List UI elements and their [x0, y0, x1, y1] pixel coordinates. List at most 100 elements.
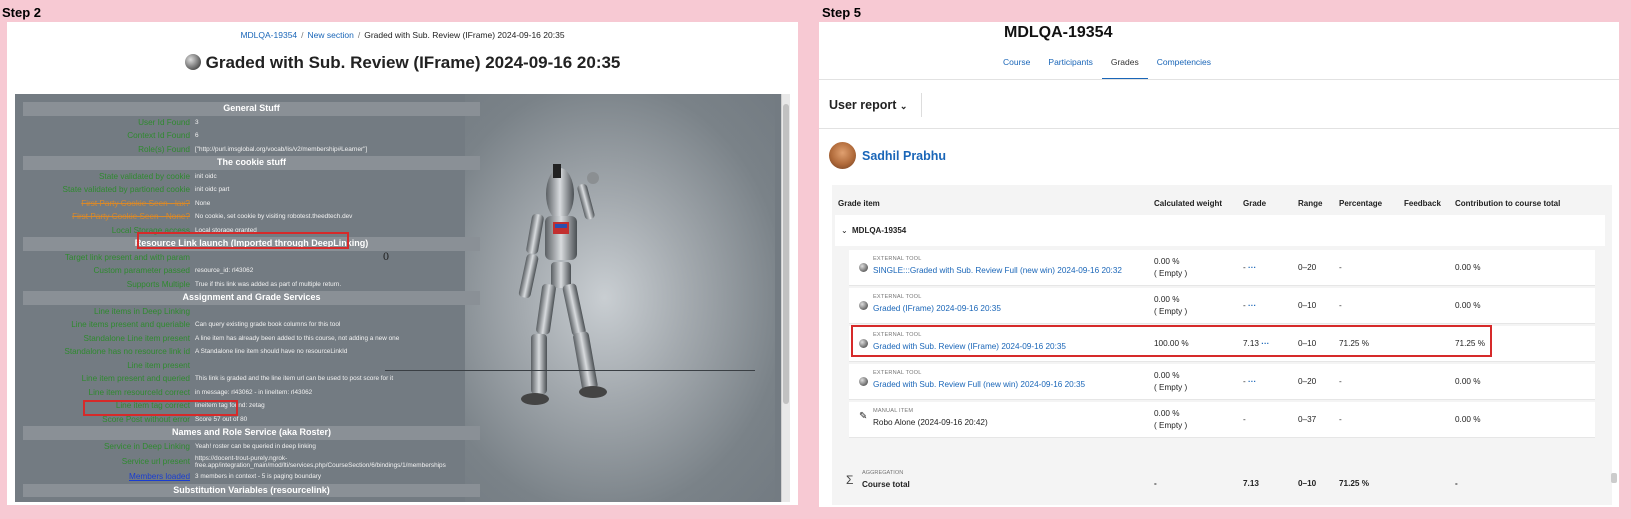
weight-note: ( Empty ) — [1154, 383, 1188, 392]
item-type: AGGREGATION — [862, 470, 904, 476]
category-row[interactable]: ⌄ MDLQA-19354 — [835, 215, 1605, 246]
result-value: A Standalone line item should have no re… — [195, 348, 348, 356]
weight-note: ( Empty ) — [1154, 421, 1188, 430]
item-grade: - ··· — [1243, 376, 1256, 388]
tab-grades[interactable]: Grades — [1101, 51, 1148, 80]
result-row: State validated by partioned cookie init … — [23, 183, 480, 197]
item-weight: 0.00 % ( Empty ) — [1154, 408, 1187, 432]
weight-value: 0.00 % — [1154, 371, 1180, 380]
highlight-graded-item-row — [851, 325, 1492, 357]
result-row: State validated by cookie init oidc — [23, 170, 480, 184]
item-grade: - ··· — [1243, 262, 1256, 274]
result-label: Line items in Deep Linking — [93, 306, 190, 316]
column-header-range: Range — [1298, 199, 1323, 208]
grade-value: - — [1243, 301, 1246, 310]
result-label: State validated by cookie — [98, 171, 190, 181]
result-label: First Party Cookie Seen - None? — [72, 212, 190, 222]
result-row: Target link present and with param — [23, 251, 480, 265]
grade-item-link[interactable]: Graded (IFrame) 2024-09-16 20:35 — [873, 304, 1001, 313]
avatar[interactable] — [829, 142, 856, 169]
breadcrumb-current: Graded with Sub. Review (IFrame) 2024-09… — [364, 30, 565, 40]
result-row: User Id Found 3 — [23, 116, 480, 130]
result-label: Standalone Line item present — [83, 333, 190, 343]
item-weight: 0.00 % ( Empty ) — [1154, 370, 1187, 394]
result-value: in message: rl43062 - in lineItem: rl430… — [195, 388, 313, 396]
total-range: 0–10 — [1298, 479, 1317, 488]
result-label: Service url present — [121, 457, 190, 466]
weight-value: 0.00 % — [1154, 257, 1180, 266]
chevron-down-icon[interactable]: ⌄ — [841, 226, 848, 235]
result-row: First Party Cookie Seen - lax? None — [23, 197, 480, 211]
more-actions-icon[interactable]: ··· — [1248, 301, 1256, 310]
total-weight: - — [1154, 479, 1157, 488]
grade-value: - — [1243, 415, 1246, 424]
result-value: None — [195, 199, 211, 207]
grade-value: - — [1243, 377, 1246, 386]
breadcrumb: MDLQA-19354/New section / Graded with Sub.… — [7, 30, 798, 40]
grade-item-link[interactable]: Graded with Sub. Review Full (new win) 2… — [873, 380, 1085, 389]
result-label: Line items present and queriable — [71, 320, 190, 330]
highlight-score-post — [83, 400, 238, 416]
tab-course[interactable]: Course — [994, 51, 1039, 80]
result-value: No cookie, set cookie by visiting robote… — [195, 213, 353, 221]
lti-activity-icon — [859, 301, 868, 310]
more-actions-icon[interactable]: ··· — [1248, 263, 1256, 272]
tab-participants[interactable]: Participants — [1039, 51, 1101, 80]
section-header: Substitution Variables (resourcelink) — [23, 483, 480, 497]
section-header: Names and Role Service (aka Roster) — [23, 426, 480, 440]
grade-item-row: EXTERNAL TOOL Graded with Sub. Review Ful… — [849, 364, 1595, 400]
result-label: First Party Cookie Seen - lax? — [81, 198, 190, 208]
course-total-row: Σ AGGREGATION Course total - 7.13 0–10 7… — [835, 463, 1605, 499]
result-label: Line item present and queried — [81, 374, 190, 384]
result-value: init oidc — [195, 172, 217, 180]
stray-output-number: 0 — [383, 249, 389, 263]
result-row: Line item resourceId correct in message: … — [23, 386, 480, 400]
step-5-panel: MDLQA-19354 Course Participants Grades C… — [819, 22, 1619, 507]
lti-activity-icon — [859, 377, 868, 386]
grade-item-link: Robo Alone (2024-09-16 20:42) — [873, 418, 988, 427]
result-label: Target link present and with param — [64, 252, 190, 262]
user-name-link[interactable]: Sadhil Prabhu — [862, 149, 946, 163]
item-grade: - — [1243, 414, 1246, 426]
item-contribution: 0.00 % — [1455, 263, 1481, 272]
result-row: Line item present and queried This link i… — [23, 372, 480, 386]
column-header-grade-item: Grade item — [838, 199, 880, 208]
lti-iframe[interactable]: General Stuff User Id Found 3 Context Id Fo… — [15, 94, 790, 502]
report-selector[interactable]: User report ⌄ — [829, 98, 907, 112]
tab-competencies[interactable]: Competencies — [1148, 51, 1220, 80]
lti-activity-icon — [184, 54, 201, 70]
result-value: A line item has already been added to th… — [195, 334, 400, 342]
grade-item-row: EXTERNAL TOOL Graded (IFrame) 2024-09-16 … — [849, 288, 1595, 324]
column-header-grade: Grade — [1243, 199, 1267, 208]
more-actions-icon[interactable]: ··· — [1248, 377, 1256, 386]
grade-value: - — [1243, 263, 1246, 272]
item-type: EXTERNAL TOOL — [873, 370, 922, 376]
item-range: 0–20 — [1298, 377, 1317, 386]
category-name: MDLQA-19354 — [852, 226, 907, 235]
result-row: Supports Multiple True if this link was a… — [23, 278, 480, 292]
result-label: Line item present — [127, 360, 190, 370]
breadcrumb-section-link[interactable]: New section — [308, 30, 354, 40]
step-2-panel: MDLQA-19354/New section / Graded with Sub.… — [7, 22, 798, 505]
column-header-percentage: Percentage — [1339, 199, 1383, 208]
item-type: EXTERNAL TOOL — [873, 256, 922, 262]
course-tabs: Course Participants Grades Competencies — [994, 51, 1220, 80]
total-contribution: - — [1455, 479, 1458, 488]
iframe-scrollbar-thumb[interactable] — [783, 104, 789, 404]
result-value: https://docent-trout-purely.ngrok-free.a… — [195, 454, 446, 469]
result-row: Line items present and queriable Can quer… — [23, 318, 480, 332]
total-percentage: 71.25 % — [1339, 479, 1370, 488]
page-title-text: Graded with Sub. Review (IFrame) 2024-09… — [205, 53, 621, 72]
grade-item-link[interactable]: SINGLE:::Graded with Sub. Review Full (n… — [873, 266, 1122, 275]
column-header-feedback: Feedback — [1404, 199, 1441, 208]
iframe-scrollbar[interactable] — [781, 94, 790, 502]
result-label: User Id Found — [138, 117, 190, 127]
result-label[interactable]: Members loaded — [23, 472, 193, 481]
breadcrumb-course-link[interactable]: MDLQA-19354 — [240, 30, 297, 40]
grade-item-row: EXTERNAL TOOLSINGLE:::Graded with Sub. R… — [849, 250, 1595, 286]
page-scrollbar[interactable] — [1611, 473, 1617, 483]
result-label: Score Post without error — [102, 414, 190, 424]
item-grade: - ··· — [1243, 300, 1256, 312]
result-value: resource_id: rl43062 — [195, 267, 254, 275]
robot-image — [465, 94, 775, 502]
